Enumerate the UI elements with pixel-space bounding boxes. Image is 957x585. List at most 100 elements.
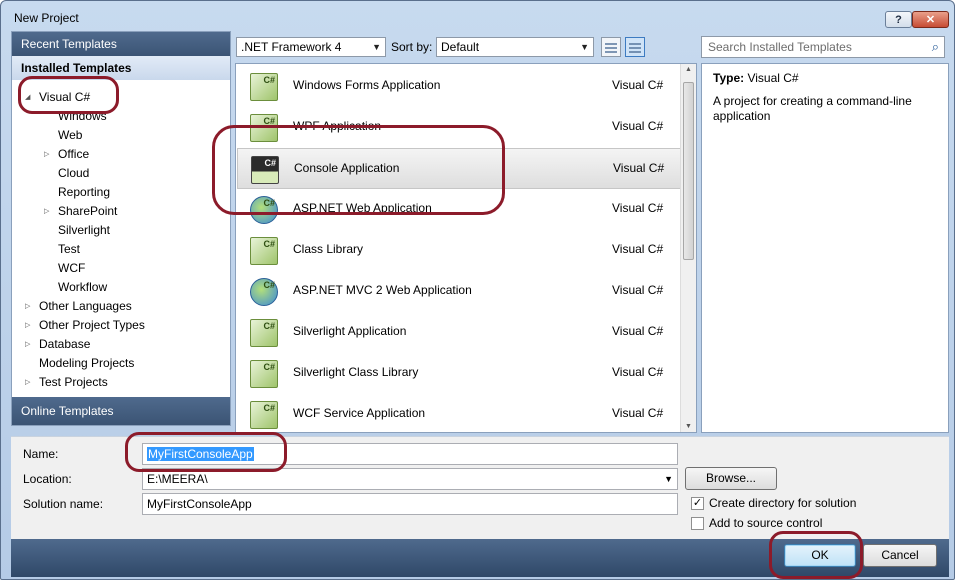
wcf-icon: C#	[250, 401, 278, 429]
framework-select[interactable]: .NET Framework 4 ▼	[236, 37, 386, 57]
template-row[interactable]: C# WCF Service Application Visual C#	[237, 394, 681, 432]
template-description-panel: Type: Visual C# A project for creating a…	[701, 63, 949, 433]
search-placeholder: Search Installed Templates	[708, 40, 852, 54]
scroll-down-icon[interactable]: ▼	[685, 423, 692, 430]
sort-select[interactable]: Default ▼	[436, 37, 594, 57]
globe-icon: C#	[250, 278, 278, 306]
template-list-scrollbar[interactable]: ▲ ▼	[680, 64, 696, 432]
template-name: ASP.NET Web Application	[293, 201, 432, 215]
collapsed-triangle-icon[interactable]: ▷	[25, 321, 30, 329]
tree-item-reporting[interactable]: Reporting	[58, 183, 110, 202]
template-row[interactable]: C# Class Library Visual C#	[237, 230, 681, 271]
create-directory-checkbox[interactable]: ✓	[691, 497, 704, 510]
template-language: Visual C#	[612, 283, 664, 297]
globe-icon: C#	[250, 196, 278, 224]
search-icon[interactable]: ⌕	[932, 37, 939, 57]
tree-item-wcf[interactable]: WCF	[58, 259, 85, 278]
collapsed-triangle-icon[interactable]: ▷	[25, 378, 30, 386]
template-language: Visual C#	[612, 119, 664, 133]
collapsed-triangle-icon[interactable]: ▷	[25, 340, 30, 348]
chevron-down-icon: ▼	[580, 42, 589, 52]
template-name: Console Application	[294, 161, 400, 175]
chevron-down-icon[interactable]: ▼	[664, 469, 673, 489]
collapsed-triangle-icon[interactable]: ▷	[44, 150, 49, 158]
sort-value: Default	[441, 40, 480, 54]
class-library-icon: C#	[250, 237, 278, 265]
silverlight-library-icon: C#	[250, 360, 278, 388]
project-settings-area: Name: MyFirstConsoleApp Location: E:\MEE…	[11, 436, 949, 539]
template-language: Visual C#	[612, 78, 664, 92]
expanded-triangle-icon[interactable]: ◢	[25, 93, 30, 101]
template-toolbar: .NET Framework 4 ▼ Sort by: Default ▼	[235, 35, 697, 59]
tree-item-test-projects[interactable]: Test Projects	[39, 373, 108, 392]
source-control-label: Add to source control	[709, 516, 823, 530]
close-button[interactable]: ✕	[912, 11, 949, 28]
template-name: Silverlight Application	[293, 324, 407, 338]
console-icon: C#	[251, 156, 279, 184]
template-row[interactable]: C# ASP.NET MVC 2 Web Application Visual C#	[237, 271, 681, 312]
project-name-field[interactable]: MyFirstConsoleApp	[142, 443, 678, 465]
dialog-footer: OK Cancel	[11, 539, 949, 577]
template-language: Visual C#	[612, 406, 664, 420]
tree-item-modeling-projects[interactable]: Modeling Projects	[39, 354, 134, 373]
browse-button[interactable]: Browse...	[685, 467, 777, 490]
template-row[interactable]: C# ASP.NET Web Application Visual C#	[237, 189, 681, 230]
sort-label: Sort by:	[391, 40, 433, 54]
tree-item-other-languages[interactable]: Other Languages	[39, 297, 132, 316]
template-row[interactable]: C# Windows Forms Application Visual C#	[237, 66, 681, 107]
template-row[interactable]: C# Silverlight Class Library Visual C#	[237, 353, 681, 394]
solution-name-field[interactable]: MyFirstConsoleApp	[142, 493, 678, 515]
solution-name-label: Solution name:	[23, 497, 104, 511]
list-icon	[629, 41, 641, 53]
type-label: Type:	[713, 71, 745, 85]
scrollbar-thumb[interactable]	[683, 82, 694, 260]
search-installed-templates-input[interactable]: Search Installed Templates ⌕	[701, 36, 945, 58]
scroll-up-icon[interactable]: ▲	[685, 66, 692, 73]
tree-item-silverlight[interactable]: Silverlight	[58, 221, 110, 240]
installed-templates-header[interactable]: Installed Templates	[12, 56, 230, 80]
template-row[interactable]: C# Console Application Visual C#	[237, 148, 681, 189]
template-name: ASP.NET MVC 2 Web Application	[293, 283, 472, 297]
cancel-button[interactable]: Cancel	[863, 544, 937, 567]
winforms-icon: C#	[250, 73, 278, 101]
template-language: Visual C#	[612, 242, 664, 256]
tree-item-sharepoint[interactable]: SharePoint	[58, 202, 117, 221]
tree-item-cloud[interactable]: Cloud	[58, 164, 89, 183]
collapsed-triangle-icon[interactable]: ▷	[44, 207, 49, 215]
tree-item-other-project-types[interactable]: Other Project Types	[39, 316, 145, 335]
template-language: Visual C#	[612, 365, 664, 379]
source-control-checkbox[interactable]	[691, 517, 704, 530]
silverlight-icon: C#	[250, 319, 278, 347]
location-field[interactable]: E:\MEERA\ ▼	[142, 468, 678, 490]
small-icons-view-button[interactable]	[601, 37, 621, 57]
template-row[interactable]: C# Silverlight Application Visual C#	[237, 312, 681, 353]
tree-item-test[interactable]: Test	[58, 240, 80, 259]
template-name: WPF Application	[293, 119, 382, 133]
type-value: Visual C#	[747, 71, 799, 85]
new-project-dialog: New Project ? ✕ Recent Templates Install…	[0, 0, 955, 580]
tree-item-web[interactable]: Web	[58, 126, 82, 145]
help-button[interactable]: ?	[885, 11, 912, 28]
chevron-down-icon: ▼	[372, 42, 381, 52]
collapsed-triangle-icon[interactable]: ▷	[25, 302, 30, 310]
template-list: C# Windows Forms Application Visual C# C# WP…	[235, 63, 697, 433]
framework-value: .NET Framework 4	[241, 40, 342, 54]
ok-button[interactable]: OK	[784, 544, 856, 567]
solution-name-value: MyFirstConsoleApp	[147, 497, 252, 511]
online-templates-header[interactable]: Online Templates	[12, 397, 230, 425]
template-tree-panel: Recent Templates Installed Templates ◢ Vi…	[11, 31, 231, 426]
template-language: Visual C#	[613, 161, 665, 175]
window-title: New Project	[14, 11, 79, 25]
tree-item-windows[interactable]: Windows	[58, 107, 107, 126]
template-row[interactable]: C# WPF Application Visual C#	[237, 107, 681, 148]
location-value: E:\MEERA\	[147, 472, 208, 486]
medium-icons-view-button[interactable]	[625, 37, 645, 57]
template-name: WCF Service Application	[293, 406, 426, 420]
tree-item-database[interactable]: Database	[39, 335, 90, 354]
tree-item-visual-c-[interactable]: Visual C#	[39, 88, 90, 107]
tree-item-workflow[interactable]: Workflow	[58, 278, 107, 297]
template-description-text: A project for creating a command-line ap…	[713, 94, 912, 123]
wpf-icon: C#	[250, 114, 278, 142]
tree-item-office[interactable]: Office	[58, 145, 89, 164]
recent-templates-header[interactable]: Recent Templates	[12, 32, 230, 56]
